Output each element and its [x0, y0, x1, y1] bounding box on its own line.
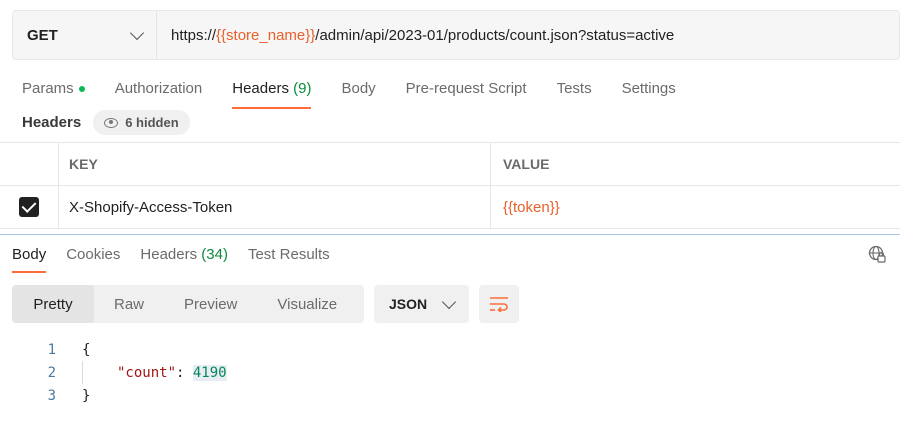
- code-close-brace: }: [82, 387, 91, 404]
- view-raw-button[interactable]: Raw: [94, 285, 164, 323]
- line-number: 1: [47, 341, 56, 358]
- method-label: GET: [27, 26, 58, 44]
- url-variable: {{store_name}}: [216, 26, 316, 44]
- header-key-cell[interactable]: X-Shopify-Access-Token: [59, 186, 491, 228]
- header-enabled-checkbox[interactable]: [19, 197, 39, 217]
- chevron-down-icon: [441, 294, 457, 309]
- tab-headers-label: Headers: [232, 80, 289, 97]
- line-number: 3: [47, 387, 56, 404]
- tab-test-results[interactable]: Test Results: [248, 246, 330, 263]
- tab-headers[interactable]: Headers (9): [232, 80, 312, 109]
- url-suffix: /admin/api/2023-01/products/count.json?s…: [315, 26, 675, 44]
- tab-body[interactable]: Body: [341, 80, 375, 105]
- code-open-brace: {: [82, 341, 91, 358]
- wrap-lines-button[interactable]: [479, 285, 519, 323]
- response-tabs: Body Cookies Headers (34) Test Results: [12, 246, 350, 273]
- code-line: 3 }: [0, 384, 227, 407]
- json-colon: :: [176, 364, 193, 381]
- headers-table: KEY VALUE X-Shopify-Access-Token {{token…: [0, 142, 900, 229]
- tab-response-body[interactable]: Body: [12, 246, 47, 273]
- headers-toolbar: Headers 6 hidden: [22, 110, 190, 135]
- tab-tests[interactable]: Tests: [557, 80, 592, 105]
- tab-response-headers-count: (34): [201, 246, 228, 263]
- tab-prerequest-script[interactable]: Pre-request Script: [406, 80, 527, 105]
- tab-settings[interactable]: Settings: [622, 80, 676, 105]
- url-prefix: https://: [171, 26, 217, 44]
- column-header-key: KEY: [59, 143, 491, 185]
- pane-splitter[interactable]: [0, 234, 900, 235]
- view-mode-segment: Pretty Raw Preview Visualize: [12, 285, 364, 323]
- view-visualize-button[interactable]: Visualize: [257, 285, 357, 323]
- code-line: 1 {: [0, 338, 227, 361]
- headers-section-label: Headers: [22, 114, 82, 131]
- hidden-headers-label: 6 hidden: [125, 115, 179, 130]
- network-globe-icon[interactable]: [868, 245, 886, 263]
- line-number: 2: [47, 364, 56, 381]
- tab-authorization[interactable]: Authorization: [115, 80, 203, 105]
- header-check-cell: [0, 143, 59, 185]
- row-check-cell: [0, 186, 59, 228]
- table-row: X-Shopify-Access-Token {{token}}: [0, 186, 900, 229]
- json-value: 4190: [192, 364, 227, 381]
- format-label: JSON: [389, 296, 428, 312]
- request-tabs: Params Authorization Headers (9) Body Pr…: [22, 80, 706, 109]
- view-preview-button[interactable]: Preview: [164, 285, 257, 323]
- tab-response-headers[interactable]: Headers (34): [140, 246, 228, 263]
- hidden-headers-toggle[interactable]: 6 hidden: [93, 110, 190, 135]
- url-input[interactable]: https://{{store_name}}/admin/api/2023-01…: [157, 27, 674, 44]
- chevron-down-icon: [129, 25, 145, 40]
- wrap-lines-icon: [490, 297, 508, 312]
- response-code-view[interactable]: 1 { 2 "count": 4190 3 }: [0, 338, 227, 407]
- tab-params-label: Params: [22, 80, 74, 97]
- format-select[interactable]: JSON: [374, 285, 469, 323]
- table-header-row: KEY VALUE: [0, 143, 900, 186]
- view-pretty-button[interactable]: Pretty: [12, 285, 94, 323]
- code-line: 2 "count": 4190: [0, 361, 227, 384]
- header-value-cell[interactable]: {{token}}: [491, 186, 900, 228]
- json-key: "count": [117, 364, 177, 381]
- column-header-value: VALUE: [503, 156, 550, 172]
- params-indicator-dot: [78, 86, 85, 93]
- tab-headers-count: (9): [293, 80, 312, 97]
- eye-icon: [104, 117, 119, 128]
- request-url-bar: GET https://{{store_name}}/admin/api/202…: [12, 10, 900, 60]
- tab-params[interactable]: Params: [22, 80, 85, 105]
- indent-guide: [82, 361, 83, 384]
- tab-response-cookies[interactable]: Cookies: [66, 246, 120, 263]
- method-select[interactable]: GET: [13, 11, 157, 59]
- tab-response-headers-label: Headers: [140, 246, 198, 263]
